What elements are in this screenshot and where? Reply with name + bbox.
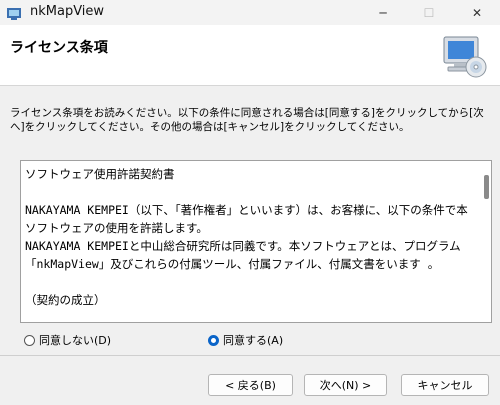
instructions-text: ライセンス条項をお読みください。以下の条件に同意される場合は[同意する]をクリッ… [10,107,484,133]
next-button[interactable]: 次へ(N) > [304,374,387,396]
close-icon: ✕ [471,5,483,20]
back-button[interactable]: < 戻る(B) [208,374,293,396]
minimize-icon: ─ [379,5,387,20]
app-icon [7,8,21,20]
agree-label: 同意する(A) [223,334,284,347]
minimize-button[interactable]: ─ [360,0,406,25]
disagree-label: 同意しない(D) [39,334,112,347]
agree-radio[interactable] [208,334,219,346]
maximize-button[interactable]: ☐ [406,0,452,25]
disagree-radio[interactable] [24,334,35,346]
agree-radio-option[interactable]: 同意する(A) [208,332,283,348]
license-text: ソフトウェア使用許諾契約書 NAKAYAMA KEMPEI（以下、「著作権者」と… [25,167,468,307]
page-title: ライセンス条項 [10,40,108,56]
license-text-box[interactable]: ソフトウェア使用許諾契約書 NAKAYAMA KEMPEI（以下、「著作権者」と… [20,160,492,323]
license-scrollbar[interactable] [484,175,489,199]
separator [0,355,500,356]
cancel-button[interactable]: キャンセル [401,374,489,396]
window-title: nkMapView [30,4,105,19]
close-button[interactable]: ✕ [454,0,500,25]
maximize-icon: ☐ [423,5,435,20]
installer-computer-cd-icon [443,36,487,78]
disagree-radio-option[interactable]: 同意しない(D) [24,332,111,348]
title-bar: nkMapView ─ ☐ ✕ [0,0,500,26]
wizard-header: ライセンス条項 [0,25,500,86]
